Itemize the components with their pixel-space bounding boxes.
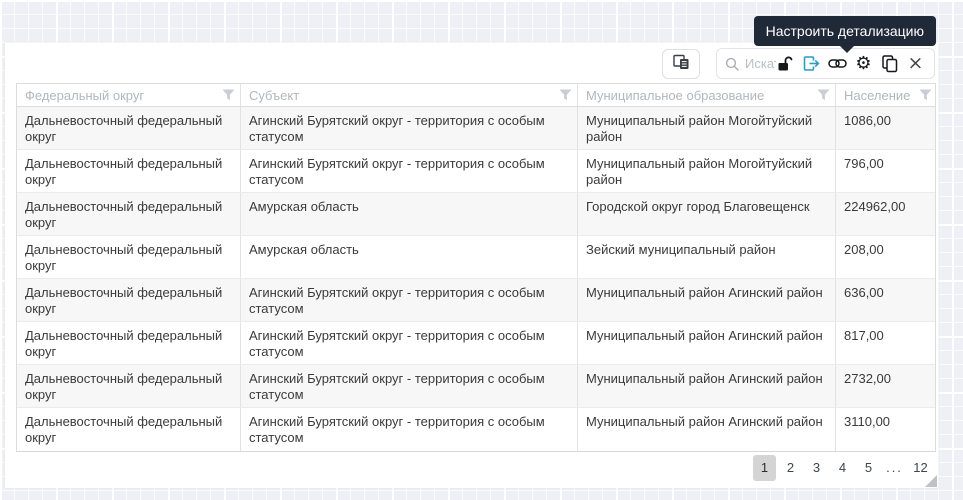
table-row[interactable]: Дальневосточный федеральный округ Агинск…: [17, 408, 935, 451]
page-button-1[interactable]: 1: [753, 455, 776, 481]
cell-federal-district: Дальневосточный федеральный округ: [17, 365, 241, 407]
view-data-button[interactable]: [662, 49, 700, 79]
toolbar-icon-group: ⚙ ×: [776, 54, 925, 73]
column-header-federal-district[interactable]: Федеральный округ: [17, 84, 241, 106]
cell-subject: Агинский Бурятский округ - территория с …: [241, 107, 578, 149]
cell-municipality: Муниципальный район Могойтуйский район: [578, 107, 836, 149]
copy-icon[interactable]: [880, 54, 899, 73]
cell-municipality: Муниципальный район Агинский район: [578, 408, 836, 451]
page-button-3[interactable]: 3: [805, 455, 828, 481]
cell-federal-district: Дальневосточный федеральный округ: [17, 408, 241, 451]
cell-federal-district: Дальневосточный федеральный округ: [17, 236, 241, 278]
drill-down-icon[interactable]: [802, 54, 821, 73]
column-label: Субъект: [249, 88, 299, 103]
cell-subject: Агинский Бурятский округ - территория с …: [241, 408, 578, 451]
close-icon[interactable]: ×: [906, 54, 925, 73]
column-header-population[interactable]: Население: [836, 84, 937, 106]
cell-subject: Агинский Бурятский округ - территория с …: [241, 322, 578, 364]
column-label: Муниципальное образование: [586, 88, 764, 103]
search-input[interactable]: [745, 56, 776, 71]
pagination-ellipsis: ...: [883, 455, 906, 481]
cell-municipality: Муниципальный район Агинский район: [578, 365, 836, 407]
cell-population: 208,00: [836, 236, 937, 278]
table-row[interactable]: Дальневосточный федеральный округ Амурск…: [17, 236, 935, 279]
cell-federal-district: Дальневосточный федеральный округ: [17, 193, 241, 235]
funnel-icon[interactable]: [222, 89, 235, 101]
search-icon: [725, 57, 739, 71]
column-label: Федеральный округ: [25, 88, 144, 103]
table-row[interactable]: Дальневосточный федеральный округ Агинск…: [17, 279, 935, 322]
cell-population: 3110,00: [836, 408, 937, 451]
table-row[interactable]: Дальневосточный федеральный округ Агинск…: [17, 365, 935, 408]
table-row[interactable]: Дальневосточный федеральный округ Агинск…: [17, 107, 935, 150]
table-copy-icon: [673, 54, 690, 75]
table-widget-panel: ⚙ × Федеральный округ Субъект: [5, 43, 938, 488]
table-row[interactable]: Дальневосточный федеральный округ Амурск…: [17, 193, 935, 236]
cell-population: 2732,00: [836, 365, 937, 407]
tooltip-caret: [840, 46, 854, 53]
column-header-subject[interactable]: Субъект: [241, 84, 578, 106]
table-row[interactable]: Дальневосточный федеральный округ Агинск…: [17, 150, 935, 193]
cell-municipality: Муниципальный район Агинский район: [578, 322, 836, 364]
link-icon[interactable]: [828, 54, 847, 73]
cell-federal-district: Дальневосточный федеральный округ: [17, 150, 241, 192]
page-button-2[interactable]: 2: [779, 455, 802, 481]
cell-federal-district: Дальневосточный федеральный округ: [17, 279, 241, 321]
lock-open-icon[interactable]: [776, 54, 795, 73]
cell-population: 224962,00: [836, 193, 937, 235]
widget-toolbar: ⚙ ×: [716, 48, 935, 79]
cell-population: 796,00: [836, 150, 937, 192]
funnel-icon[interactable]: [559, 89, 572, 101]
cell-municipality: Зейский муниципальный район: [578, 236, 836, 278]
cell-population: 636,00: [836, 279, 937, 321]
cell-municipality: Муниципальный район Могойтуйский район: [578, 150, 836, 192]
cell-subject: Амурская область: [241, 193, 578, 235]
tooltip-text: Настроить детализацию: [766, 23, 924, 39]
resize-handle[interactable]: [925, 475, 937, 487]
data-table: Федеральный округ Субъект Муниципальное …: [16, 83, 936, 452]
cell-subject: Агинский Бурятский округ - территория с …: [241, 150, 578, 192]
cell-population: 1086,00: [836, 107, 937, 149]
table-row[interactable]: Дальневосточный федеральный округ Агинск…: [17, 322, 935, 365]
funnel-icon[interactable]: [919, 89, 932, 101]
tooltip: Настроить детализацию: [754, 16, 936, 46]
cell-subject: Агинский Бурятский округ - территория с …: [241, 279, 578, 321]
table-header-row: Федеральный округ Субъект Муниципальное …: [17, 84, 935, 107]
cell-municipality: Муниципальный район Агинский район: [578, 279, 836, 321]
pagination: 1 2 3 4 5 ... 12: [753, 455, 932, 481]
gear-icon[interactable]: ⚙: [854, 54, 873, 73]
funnel-icon[interactable]: [817, 89, 830, 101]
page-button-4[interactable]: 4: [831, 455, 854, 481]
column-header-municipality[interactable]: Муниципальное образование: [578, 84, 836, 106]
cell-subject: Агинский Бурятский округ - территория с …: [241, 365, 578, 407]
column-label: Население: [844, 88, 910, 103]
page-button-5[interactable]: 5: [857, 455, 880, 481]
cell-subject: Амурская область: [241, 236, 578, 278]
cell-population: 817,00: [836, 322, 937, 364]
cell-federal-district: Дальневосточный федеральный округ: [17, 107, 241, 149]
cell-federal-district: Дальневосточный федеральный округ: [17, 322, 241, 364]
cell-municipality: Городской округ город Благовещенск: [578, 193, 836, 235]
